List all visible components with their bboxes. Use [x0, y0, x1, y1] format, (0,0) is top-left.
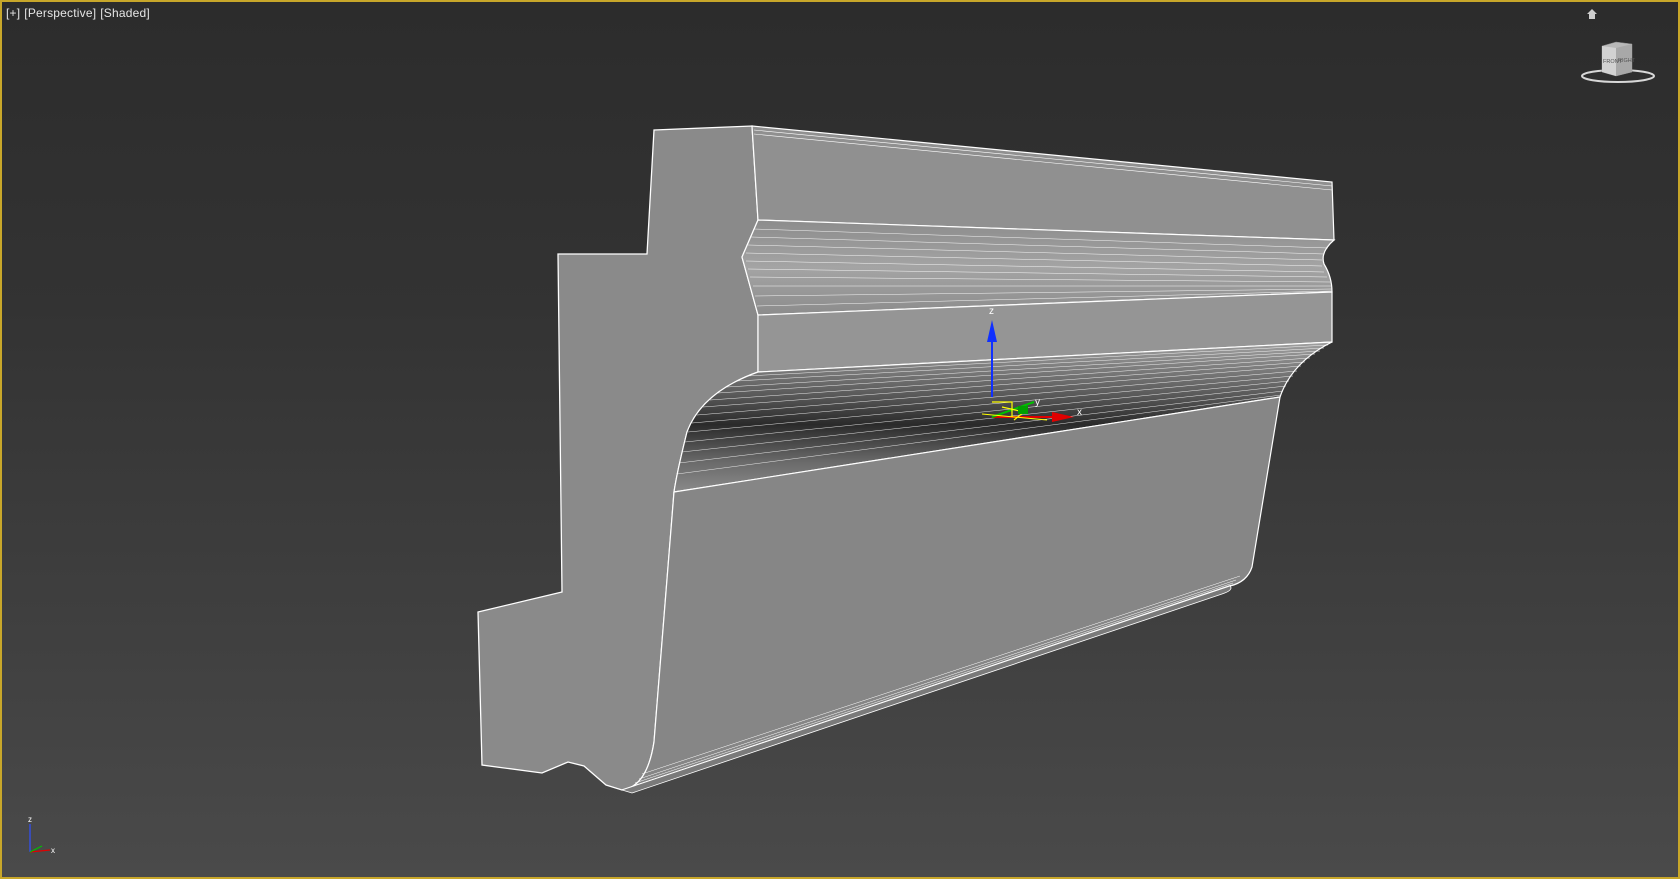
gizmo-x-label: x — [1077, 407, 1082, 418]
home-icon[interactable] — [1586, 8, 1598, 20]
molding-object[interactable]: z x y — [2, 2, 1678, 877]
gizmo-z-label: z — [989, 306, 994, 317]
viewcube-icon[interactable]: FRONT RIGHT — [1580, 36, 1660, 88]
gizmo-y-label: y — [1035, 397, 1040, 408]
viewcube-right-label: RIGHT — [1618, 58, 1636, 64]
tripod-z-label: z — [28, 815, 32, 824]
perspective-viewport[interactable]: [+] [Perspective] [Shaded] z x y FRONT R… — [0, 0, 1680, 879]
axis-tripod: z x — [28, 815, 55, 855]
tripod-x-label: x — [51, 846, 55, 855]
